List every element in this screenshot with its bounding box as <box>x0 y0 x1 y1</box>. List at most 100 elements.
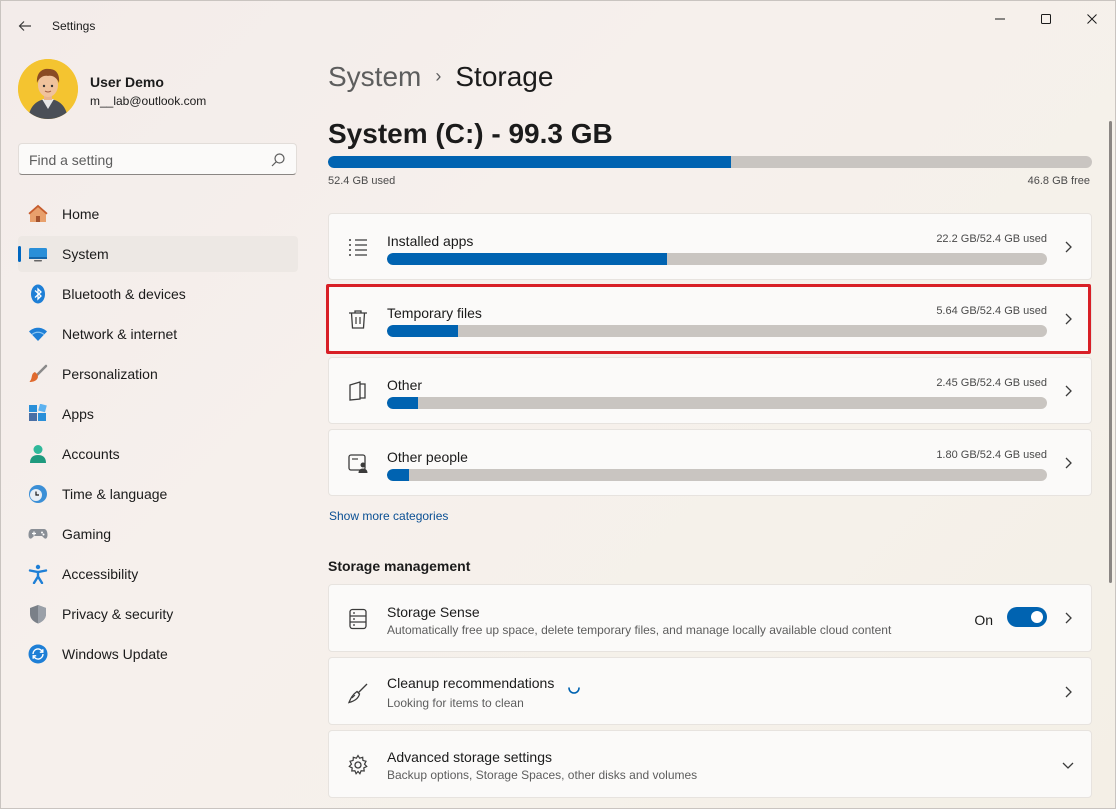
minimize-button[interactable] <box>977 5 1023 33</box>
category-temporary-files[interactable]: Temporary files 5.64 GB/52.4 GB used <box>328 285 1092 352</box>
trash-icon <box>349 310 367 329</box>
close-icon <box>1087 14 1097 24</box>
category-label: Temporary files <box>387 305 482 321</box>
brush-icon <box>29 364 48 382</box>
sidebar-item-accounts[interactable]: Accounts <box>18 436 298 472</box>
sidebar-item-label: Bluetooth & devices <box>62 286 186 302</box>
home-icon <box>28 204 48 222</box>
category-usage: 2.45 GB/52.4 GB used <box>936 377 1047 389</box>
cleanup-recommendations-card[interactable]: Cleanup recommendations Looking for item… <box>328 657 1092 725</box>
system-icon <box>29 248 47 262</box>
storage-sense-toggle[interactable] <box>1007 607 1047 627</box>
accounts-icon <box>30 445 46 463</box>
storage-management-heading: Storage management <box>328 558 471 574</box>
sidebar-item-network[interactable]: Network & internet <box>18 316 298 352</box>
show-more-categories-link[interactable]: Show more categories <box>329 509 448 523</box>
sidebar-item-time-language[interactable]: Time & language <box>18 476 298 512</box>
chevron-right-icon <box>1065 313 1072 325</box>
clock-globe-icon <box>29 485 47 503</box>
search-icon <box>271 153 285 167</box>
gear-icon <box>348 754 368 775</box>
category-usage-bar <box>387 397 1047 409</box>
category-usage: 1.80 GB/52.4 GB used <box>936 449 1047 461</box>
category-usage-fill <box>387 325 459 337</box>
sidebar-item-label: Gaming <box>62 526 112 542</box>
chevron-right-icon <box>1065 612 1072 624</box>
accessibility-icon <box>28 564 48 584</box>
gamepad-icon <box>28 529 48 539</box>
category-other-people[interactable]: Other people 1.80 GB/52.4 GB used <box>328 429 1092 496</box>
chevron-down-icon <box>1062 762 1074 769</box>
sidebar-item-apps[interactable]: Apps <box>18 396 298 432</box>
category-usage-fill <box>387 469 410 481</box>
close-button[interactable] <box>1069 5 1115 33</box>
minimize-icon <box>995 18 1005 20</box>
drive-used-label: 52.4 GB used <box>328 175 396 187</box>
sidebar-item-system[interactable]: System <box>18 236 298 272</box>
back-arrow-icon <box>18 21 31 31</box>
search-box[interactable] <box>18 143 297 175</box>
page-title: Storage <box>455 61 554 92</box>
title-bar: Settings <box>1 1 1116 51</box>
category-installed-apps[interactable]: Installed apps 22.2 GB/52.4 GB used <box>328 213 1092 280</box>
loading-spinner-icon <box>568 687 580 694</box>
toggle-knob <box>1031 611 1043 623</box>
category-label: Other people <box>387 449 468 465</box>
sidebar-item-label: Apps <box>62 406 94 422</box>
sidebar-nav: Home System Bluetooth & devices Network … <box>18 196 298 676</box>
breadcrumb: System › Storage <box>328 61 553 97</box>
avatar <box>18 59 78 119</box>
category-usage-fill <box>387 397 419 409</box>
advanced-storage-settings-card[interactable]: Advanced storage settings Backup options… <box>328 730 1092 798</box>
sidebar-item-home[interactable]: Home <box>18 196 298 232</box>
sidebar-item-label: Accounts <box>62 446 120 462</box>
sidebar-item-accessibility[interactable]: Accessibility <box>18 556 298 592</box>
storage-sense-card[interactable]: Storage Sense Automatically free up spac… <box>328 584 1092 652</box>
user-name: User Demo <box>90 74 164 90</box>
category-label: Installed apps <box>387 233 474 249</box>
drive-usage-bar <box>328 156 1092 168</box>
category-usage-bar <box>387 469 1047 481</box>
folder-icon <box>349 381 366 401</box>
drive-title: System (C:) - 99.3 GB <box>328 118 613 149</box>
maximize-button[interactable] <box>1023 5 1069 33</box>
sidebar-item-windows-update[interactable]: Windows Update <box>18 636 298 672</box>
sidebar-item-label: Time & language <box>62 486 168 502</box>
update-icon <box>28 644 48 664</box>
sidebar-item-label: Home <box>62 206 100 222</box>
category-usage: 5.64 GB/52.4 GB used <box>936 305 1047 317</box>
sidebar-item-privacy[interactable]: Privacy & security <box>18 596 298 632</box>
drive-usage-fill <box>328 156 732 168</box>
storage-sense-description: Automatically free up space, delete temp… <box>387 623 892 637</box>
user-email: m__lab@outlook.com <box>90 94 207 108</box>
cleanup-description: Looking for items to clean <box>387 696 524 710</box>
sidebar-item-label: Accessibility <box>62 566 139 582</box>
user-profile[interactable]: User Demo m__lab@outlook.com <box>18 59 288 121</box>
category-other[interactable]: Other 2.45 GB/52.4 GB used <box>328 357 1092 424</box>
drive-free-label: 46.8 GB free <box>1027 175 1090 187</box>
bluetooth-icon <box>31 284 45 304</box>
breadcrumb-parent[interactable]: System <box>328 61 421 92</box>
category-usage-fill <box>387 253 667 265</box>
storage-sense-toggle-label: On <box>974 612 993 628</box>
back-button[interactable] <box>11 13 39 39</box>
sidebar-item-bluetooth[interactable]: Bluetooth & devices <box>18 276 298 312</box>
sidebar-item-label: Personalization <box>62 366 158 382</box>
storage-drive-icon <box>349 608 367 630</box>
advanced-storage-title: Advanced storage settings <box>387 749 552 765</box>
list-icon <box>349 239 367 256</box>
chevron-right-icon <box>1065 457 1072 469</box>
shield-icon <box>30 605 46 624</box>
category-usage-bar <box>387 253 1047 265</box>
search-input[interactable] <box>29 150 269 170</box>
people-icon <box>348 454 368 473</box>
chevron-right-icon <box>1065 385 1072 397</box>
category-usage: 22.2 GB/52.4 GB used <box>936 233 1047 245</box>
sidebar-item-label: Windows Update <box>62 646 168 662</box>
scrollbar[interactable] <box>1109 121 1112 583</box>
sidebar-item-label: System <box>62 246 109 262</box>
sidebar-item-personalization[interactable]: Personalization <box>18 356 298 392</box>
sidebar-item-gaming[interactable]: Gaming <box>18 516 298 552</box>
maximize-icon <box>1041 14 1051 24</box>
apps-icon <box>29 404 47 421</box>
